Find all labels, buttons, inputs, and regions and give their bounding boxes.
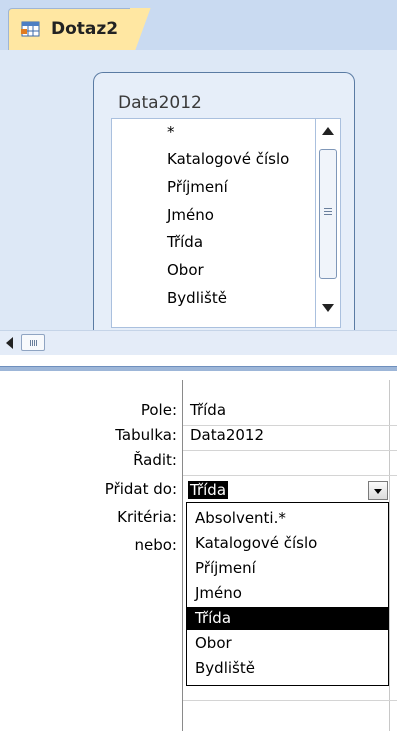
option-prijmeni[interactable]: Příjmení: [187, 557, 388, 580]
scroll-down-icon[interactable]: [322, 304, 334, 312]
field-item-trida[interactable]: Třída: [167, 233, 203, 251]
field-item-katalogove-cislo[interactable]: Katalogové číslo: [167, 150, 289, 168]
field-item-jmeno[interactable]: Jméno: [167, 206, 214, 224]
option-trida[interactable]: Třída: [187, 607, 388, 630]
document-tab-bar: Dotaz2: [0, 0, 397, 50]
field-item-prijmeni[interactable]: Příjmení: [167, 178, 228, 196]
tab-dotaz2[interactable]: Dotaz2: [8, 8, 148, 50]
field-item-bydliste[interactable]: Bydliště: [167, 289, 227, 307]
tab-edge: [130, 8, 160, 50]
option-absolventi-all[interactable]: Absolventi.*: [187, 507, 388, 530]
row-label-table: Tabulka:: [115, 426, 177, 444]
row-label-append-to: Přidat do:: [104, 480, 177, 498]
dropdown-button[interactable]: [368, 481, 388, 500]
grid-column-next: [389, 380, 397, 731]
field-list: * Katalogové číslo Příjmení Jméno Třída …: [111, 118, 316, 328]
row-label-criteria: Kritéria:: [117, 508, 177, 526]
row-label-or: nebo:: [134, 536, 178, 554]
scroll-thumb[interactable]: [319, 149, 337, 279]
field-list-scrollbar[interactable]: [315, 118, 341, 328]
append-to-combobox[interactable]: Třída: [186, 480, 390, 502]
field-item-obor[interactable]: Obor: [167, 261, 204, 279]
option-katalogove-cislo[interactable]: Katalogové číslo: [187, 532, 388, 555]
field-item-all[interactable]: *: [167, 123, 175, 141]
table-title: Data2012: [118, 93, 202, 113]
option-jmeno[interactable]: Jméno: [187, 582, 388, 605]
pane-splitter[interactable]: [0, 366, 397, 371]
field-cell[interactable]: Třída: [190, 401, 226, 419]
tab-label: Dotaz2: [51, 19, 119, 39]
table-cell[interactable]: Data2012: [190, 426, 264, 444]
query-icon: [21, 20, 41, 38]
row-label-field: Pole:: [140, 401, 177, 419]
horizontal-scroll-thumb[interactable]: [21, 334, 45, 351]
option-bydliste[interactable]: Bydliště: [187, 657, 388, 680]
option-obor[interactable]: Obor: [187, 632, 388, 655]
scroll-left-icon[interactable]: [6, 337, 13, 349]
table-field-list-data2012[interactable]: Data2012 * Katalogové číslo Příjmení Jmé…: [93, 72, 355, 330]
append-to-value: Třída: [188, 481, 229, 499]
horizontal-scrollbar[interactable]: [0, 330, 397, 355]
scroll-up-icon[interactable]: [322, 127, 334, 135]
chevron-down-icon: [374, 489, 382, 494]
row-label-sort: Řadit:: [133, 451, 177, 469]
append-to-dropdown-list: Absolventi.* Katalogové číslo Příjmení J…: [186, 502, 389, 686]
